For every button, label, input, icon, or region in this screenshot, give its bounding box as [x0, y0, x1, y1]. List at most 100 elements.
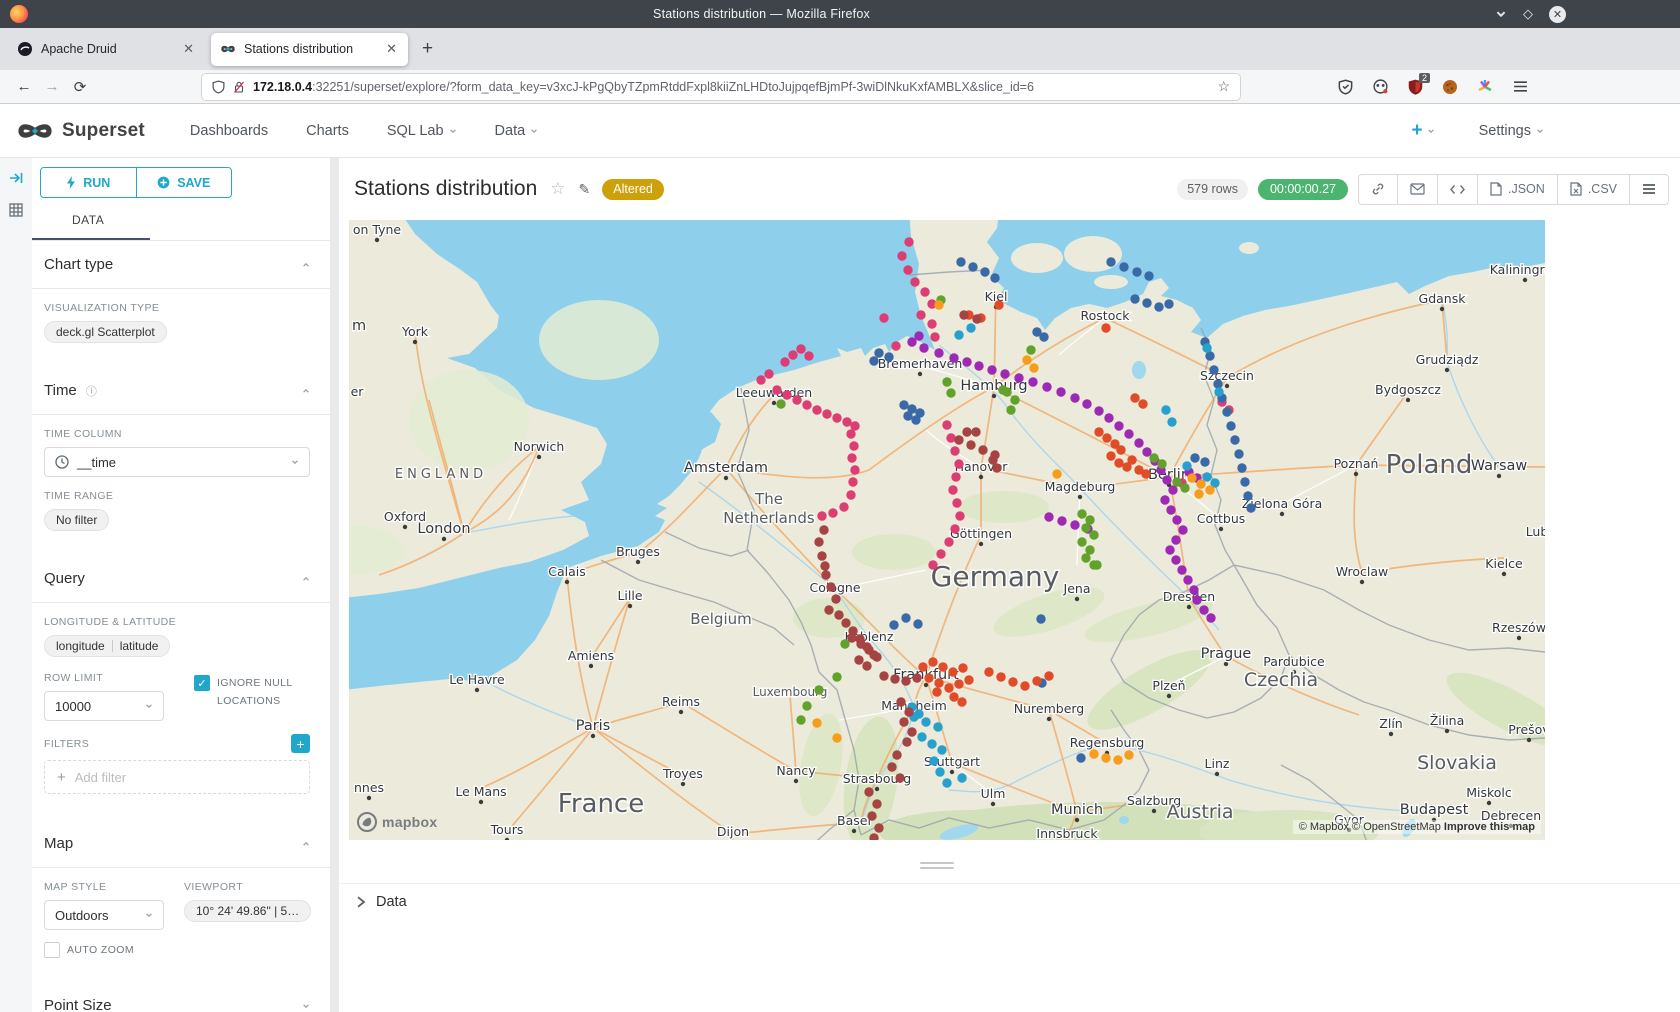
resize-handle[interactable] [920, 862, 954, 869]
improve-map-link[interactable]: Improve this map [1444, 821, 1535, 833]
edit-title-icon[interactable]: ✎ [579, 181, 591, 198]
collapse-panel-icon[interactable] [8, 170, 24, 186]
altered-badge[interactable]: Altered [602, 179, 664, 200]
auto-zoom-checkbox[interactable] [44, 942, 60, 958]
station-point [1209, 365, 1218, 374]
section-time[interactable]: Time ⓘ [32, 367, 330, 414]
pocket-shield-icon[interactable] [1336, 78, 1354, 96]
privacy-mask-icon[interactable] [1371, 78, 1389, 96]
tab-apache-druid[interactable]: Apache Druid ✕ [8, 33, 205, 66]
section-query[interactable]: Query [32, 555, 330, 602]
station-point [842, 417, 851, 426]
export-csv-button[interactable]: .CSV [1557, 175, 1629, 204]
tracking-shield-icon[interactable] [212, 80, 225, 94]
station-point [1196, 479, 1205, 488]
file-icon [1490, 182, 1502, 196]
nav-sql-lab[interactable]: SQL Lab [387, 123, 457, 139]
settings-menu[interactable]: Settings [1479, 123, 1544, 139]
export-json-button[interactable]: .JSON [1477, 175, 1557, 204]
tab-close-icon[interactable]: ✕ [384, 41, 399, 57]
superset-logo[interactable]: Superset [16, 119, 145, 143]
embed-code-button[interactable] [1437, 175, 1477, 204]
email-button[interactable] [1397, 175, 1437, 204]
section-point-size[interactable]: Point Size [32, 982, 330, 1012]
chevron-up-icon [302, 261, 310, 269]
viewport-label: VIEWPORT [184, 881, 311, 893]
chevron-up-icon [302, 840, 310, 848]
nav-dashboards[interactable]: Dashboards [190, 123, 268, 139]
map-city-label: Jena [1063, 581, 1091, 596]
run-button[interactable]: RUN [41, 168, 136, 197]
extension-pinwheel-icon[interactable] [1476, 78, 1494, 96]
ignore-null-checkbox[interactable]: ✓ [194, 675, 210, 691]
back-button[interactable]: ← [10, 78, 38, 95]
tab-close-icon[interactable]: ✕ [181, 41, 196, 57]
station-point [1141, 469, 1150, 478]
tab-data[interactable]: DATA [32, 213, 330, 227]
station-point [1124, 750, 1133, 759]
url-bar[interactable]: 172.18.0.4:32251/superset/explore/?form_… [202, 74, 1240, 100]
map-city-label: Munich [1051, 802, 1103, 818]
viz-type-label: VISUALIZATION TYPE [44, 302, 310, 314]
share-link-button[interactable] [1359, 175, 1397, 204]
new-tab-button[interactable]: + [422, 38, 433, 60]
forward-button[interactable]: → [38, 78, 66, 95]
data-panel-toggle[interactable]: Data [339, 883, 1680, 910]
favorite-star-icon[interactable]: ☆ [550, 179, 565, 199]
station-point [892, 750, 901, 759]
nav-data[interactable]: Data [495, 123, 539, 139]
section-chart-type[interactable]: Chart type [32, 241, 330, 288]
menu-hamburger-icon[interactable] [1511, 78, 1529, 96]
viewport-pill[interactable]: 10° 24' 49.86" | 5… [184, 900, 311, 922]
row-limit-select[interactable]: 10000 [44, 691, 164, 721]
nav-charts[interactable]: Charts [306, 123, 349, 139]
lonlat-pill[interactable]: longitudelatitude [44, 635, 170, 657]
window-restore-icon[interactable]: ◇ [1523, 6, 1533, 22]
window-menu-chevron-icon[interactable] [1495, 8, 1507, 20]
time-column-select[interactable]: __time [44, 447, 310, 477]
map-city-label: Cottbus [1197, 511, 1246, 526]
bookmark-star-icon[interactable]: ☆ [1217, 78, 1230, 95]
save-button[interactable]: SAVE [136, 168, 232, 197]
mapbox-logo[interactable]: mapbox [357, 812, 437, 832]
station-point [1124, 429, 1133, 438]
station-point [847, 633, 856, 642]
city-dot [628, 604, 632, 608]
time-range-pill[interactable]: No filter [44, 509, 109, 531]
station-point [1206, 613, 1215, 622]
tab-label: Stations distribution [244, 42, 376, 56]
map-city-label: er [351, 384, 365, 399]
lock-insecure-icon[interactable] [233, 80, 245, 94]
station-point [897, 251, 906, 260]
chevron-down-icon [291, 458, 299, 466]
brand-name: Superset [62, 120, 145, 142]
station-point [872, 652, 881, 661]
viz-type-pill[interactable]: deck.gl Scatterplot [44, 321, 167, 343]
map-canvas: on TyneYorkmerNorwichOxfordLondonCalaisL… [349, 220, 1545, 840]
deckgl-map[interactable]: on TyneYorkmerNorwichOxfordLondonCalaisL… [349, 220, 1545, 840]
city-dot [681, 782, 685, 786]
reload-button[interactable]: ⟳ [66, 78, 94, 96]
station-point [958, 663, 967, 672]
station-point [1157, 459, 1166, 468]
add-new-button[interactable]: + [1411, 120, 1434, 142]
city-dot [679, 710, 683, 714]
add-filter-box[interactable]: + Add filter [44, 760, 310, 794]
cookie-icon[interactable] [1441, 78, 1459, 96]
grid-icon[interactable] [8, 202, 24, 218]
map-attribution[interactable]: © Mapbox © OpenStreetMap Improve this ma… [1293, 820, 1541, 834]
station-point [804, 351, 813, 360]
titlebar: Stations distribution — Mozilla Firefox … [0, 0, 1680, 28]
map-style-select[interactable]: Outdoors [44, 900, 164, 930]
ublock-shield-icon[interactable]: 2 [1406, 78, 1424, 96]
window-close-icon[interactable]: ✕ [1549, 6, 1566, 23]
add-filter-plus-button[interactable]: + [291, 734, 310, 753]
station-point [814, 537, 823, 546]
section-map[interactable]: Map [32, 820, 330, 867]
tab-stations-distribution[interactable]: Stations distribution ✕ [211, 33, 408, 66]
chart-menu-button[interactable] [1629, 175, 1668, 204]
station-point [874, 348, 883, 357]
station-point [934, 348, 943, 357]
screen: Stations distribution — Mozilla Firefox … [0, 0, 1680, 1012]
chevron-down-icon [1427, 127, 1435, 135]
